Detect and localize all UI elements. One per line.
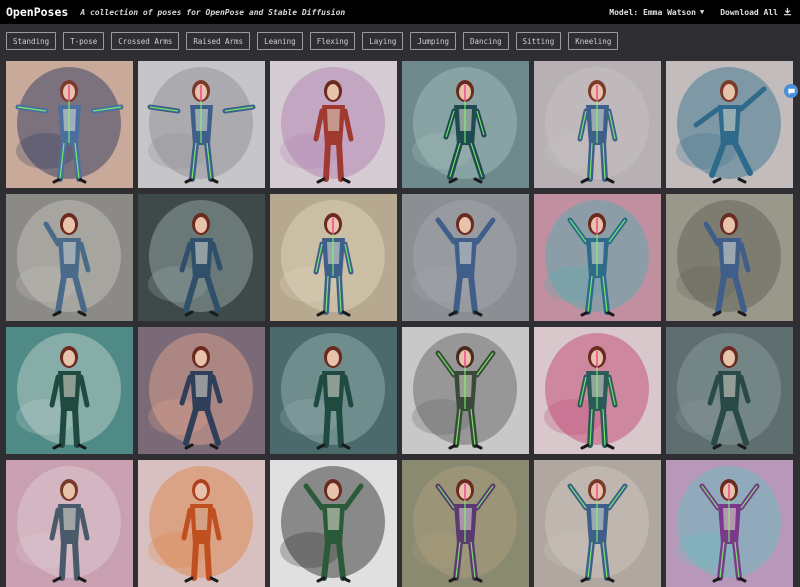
pose-thumbnail[interactable] (138, 61, 265, 188)
pose-thumbnail[interactable] (666, 460, 793, 587)
pose-thumbnail[interactable] (138, 460, 265, 587)
site-tagline: A collection of poses for OpenPose and S… (80, 7, 346, 17)
filter-chip-leaning[interactable]: Leaning (257, 32, 303, 50)
pose-thumbnail[interactable] (402, 194, 529, 321)
pose-thumbnail[interactable] (402, 327, 529, 454)
pose-thumbnail[interactable] (6, 460, 133, 587)
pose-thumbnail[interactable] (402, 61, 529, 188)
download-icon (783, 7, 792, 18)
filter-chip-kneeling[interactable]: Kneeling (568, 32, 619, 50)
pose-thumbnail[interactable] (534, 460, 661, 587)
caret-down-icon: ▼ (699, 8, 705, 16)
pose-thumbnail[interactable] (6, 61, 133, 188)
pose-thumbnail[interactable] (666, 194, 793, 321)
filter-chip-raised-arms[interactable]: Raised Arms (186, 32, 251, 50)
pose-thumbnail[interactable] (138, 327, 265, 454)
pose-thumbnail[interactable] (534, 327, 661, 454)
model-selector[interactable]: Model: Emma Watson ▼ (609, 8, 704, 17)
pose-thumbnail[interactable] (270, 460, 397, 587)
site-logo[interactable]: OpenPoses (6, 5, 68, 19)
pose-thumbnail[interactable] (270, 327, 397, 454)
pose-thumbnail[interactable] (666, 327, 793, 454)
pose-thumbnail[interactable] (534, 194, 661, 321)
download-all-button[interactable]: Download All (720, 7, 792, 18)
pose-thumbnail[interactable] (6, 194, 133, 321)
filter-chip-sitting[interactable]: Sitting (515, 32, 562, 50)
download-all-label: Download All (720, 7, 778, 17)
filter-chip-standing[interactable]: Standing (6, 32, 57, 50)
filter-chip-t-pose[interactable]: T-pose (63, 32, 105, 50)
pose-thumbnail[interactable] (666, 61, 793, 188)
filter-chip-dancing[interactable]: Dancing (463, 32, 509, 50)
pose-thumbnail[interactable] (534, 61, 661, 188)
model-selector-label: Model: Emma Watson (609, 7, 696, 17)
pose-thumbnail[interactable] (138, 194, 265, 321)
assistant-bubble-icon[interactable] (784, 84, 798, 98)
pose-filter-bar: Standing T-pose Crossed Arms Raised Arms Lea… (6, 32, 619, 52)
pose-thumbnail[interactable] (270, 194, 397, 321)
filter-chip-laying[interactable]: Laying (362, 32, 404, 50)
filter-chip-jumping[interactable]: Jumping (410, 32, 456, 50)
top-bar: OpenPoses A collection of poses for Open… (0, 0, 800, 24)
pose-thumbnail[interactable] (270, 61, 397, 188)
filter-chip-crossed-arms[interactable]: Crossed Arms (111, 32, 180, 50)
pose-thumbnail[interactable] (402, 460, 529, 587)
pose-thumbnail[interactable] (6, 327, 133, 454)
filter-chip-flexing[interactable]: Flexing (309, 32, 356, 50)
